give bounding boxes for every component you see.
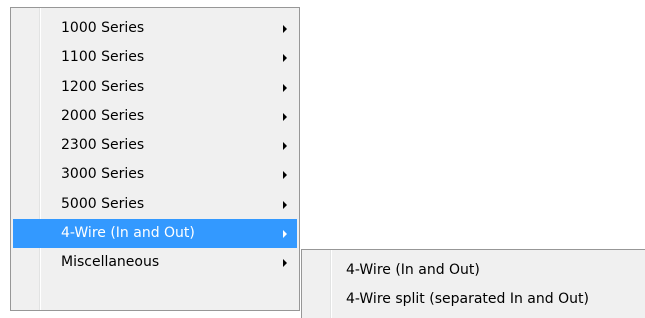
- menu-item-label: Miscellaneous: [61, 254, 160, 271]
- menu-item-3000-series[interactable]: 3000 Series: [13, 160, 297, 189]
- submenu-arrow-icon: [283, 259, 287, 268]
- context-menu-stage: 1000 Series 1100 Series 1200 Series 2000…: [0, 0, 645, 318]
- context-menu: 1000 Series 1100 Series 1200 Series 2000…: [10, 7, 300, 311]
- menu-item-5000-series[interactable]: 5000 Series: [13, 190, 297, 219]
- menu-item-2300-series[interactable]: 2300 Series: [13, 131, 297, 160]
- menu-item-label: 2300 Series: [61, 137, 145, 154]
- submenu-item-label: 4-Wire (In and Out): [346, 262, 480, 278]
- menu-item-label: 3000 Series: [61, 166, 145, 183]
- submenu-item-4-wire-split[interactable]: 4-Wire split (separated In and Out): [304, 285, 645, 314]
- submenu-arrow-icon: [283, 83, 287, 92]
- submenu-arrow-icon: [283, 200, 287, 209]
- menu-item-label: 2000 Series: [61, 107, 145, 124]
- submenu-arrow-icon: [283, 112, 287, 121]
- menu-item-4-wire[interactable]: 4-Wire (In and Out): [13, 219, 297, 249]
- submenu-arrow-icon: [283, 54, 287, 63]
- submenu-arrow-icon: [283, 142, 287, 151]
- menu-item-1200-series[interactable]: 1200 Series: [13, 73, 297, 102]
- menu-item-label: 5000 Series: [61, 195, 145, 212]
- menu-item-label: 1100 Series: [61, 49, 145, 66]
- menu-items: 1000 Series 1100 Series 1200 Series 2000…: [13, 14, 297, 278]
- submenu-4-wire: 4-Wire (In and Out) 4-Wire split (separa…: [301, 249, 645, 318]
- submenu-arrow-icon: [283, 25, 287, 33]
- submenu-item-4-wire-in-out[interactable]: 4-Wire (In and Out): [304, 256, 645, 285]
- menu-item-label: 1200 Series: [61, 78, 145, 95]
- menu-item-1000-series[interactable]: 1000 Series: [13, 14, 297, 43]
- menu-item-1100-series[interactable]: 1100 Series: [13, 43, 297, 72]
- submenu-arrow-icon: [283, 230, 287, 239]
- menu-item-label: 4-Wire (In and Out): [61, 225, 195, 242]
- menu-item-2000-series[interactable]: 2000 Series: [13, 102, 297, 131]
- submenu-arrow-icon: [283, 171, 287, 180]
- submenu-items: 4-Wire (In and Out) 4-Wire split (separa…: [304, 256, 645, 315]
- submenu-item-label: 4-Wire split (separated In and Out): [346, 291, 589, 308]
- menu-item-miscellaneous[interactable]: Miscellaneous: [13, 248, 297, 277]
- menu-item-label: 1000 Series: [61, 20, 145, 36]
